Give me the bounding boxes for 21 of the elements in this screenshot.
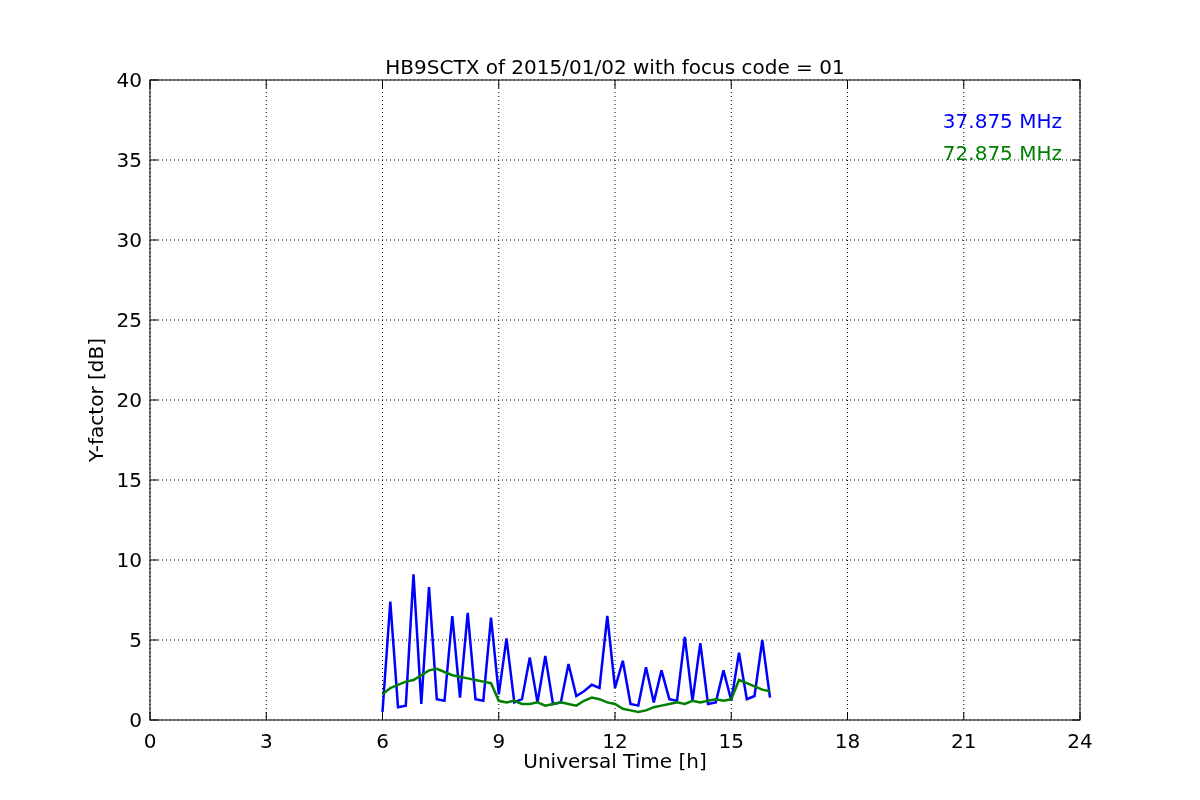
y-tick-label: 30	[116, 228, 142, 252]
x-tick-label: 18	[834, 729, 861, 753]
x-tick-label: 3	[259, 729, 273, 753]
y-tick-label: 20	[116, 388, 142, 412]
y-tick-label: 40	[116, 68, 142, 92]
y-tick-label: 10	[116, 548, 142, 572]
y-tick-label: 35	[116, 148, 142, 172]
legend-label: 37.875 MHz	[942, 109, 1062, 133]
x-tick-label: 6	[376, 729, 389, 753]
y-tick-label: 0	[129, 708, 142, 732]
y-axis-label: Y-factor [dB]	[84, 338, 108, 462]
y-tick-label: 25	[116, 308, 142, 332]
y-tick-label: 15	[116, 468, 142, 492]
x-tick-label: 9	[492, 729, 506, 753]
x-tick-label: 21	[951, 729, 977, 753]
x-tick-label: 15	[718, 729, 744, 753]
x-tick-label: 24	[1067, 729, 1093, 753]
y-tick-label: 5	[129, 628, 142, 652]
x-tick-label: 0	[143, 729, 157, 753]
chart-title: HB9SCTX of 2015/01/02 with focus code = 01	[385, 55, 845, 79]
legend-label: 72.875 MHz	[942, 141, 1062, 165]
